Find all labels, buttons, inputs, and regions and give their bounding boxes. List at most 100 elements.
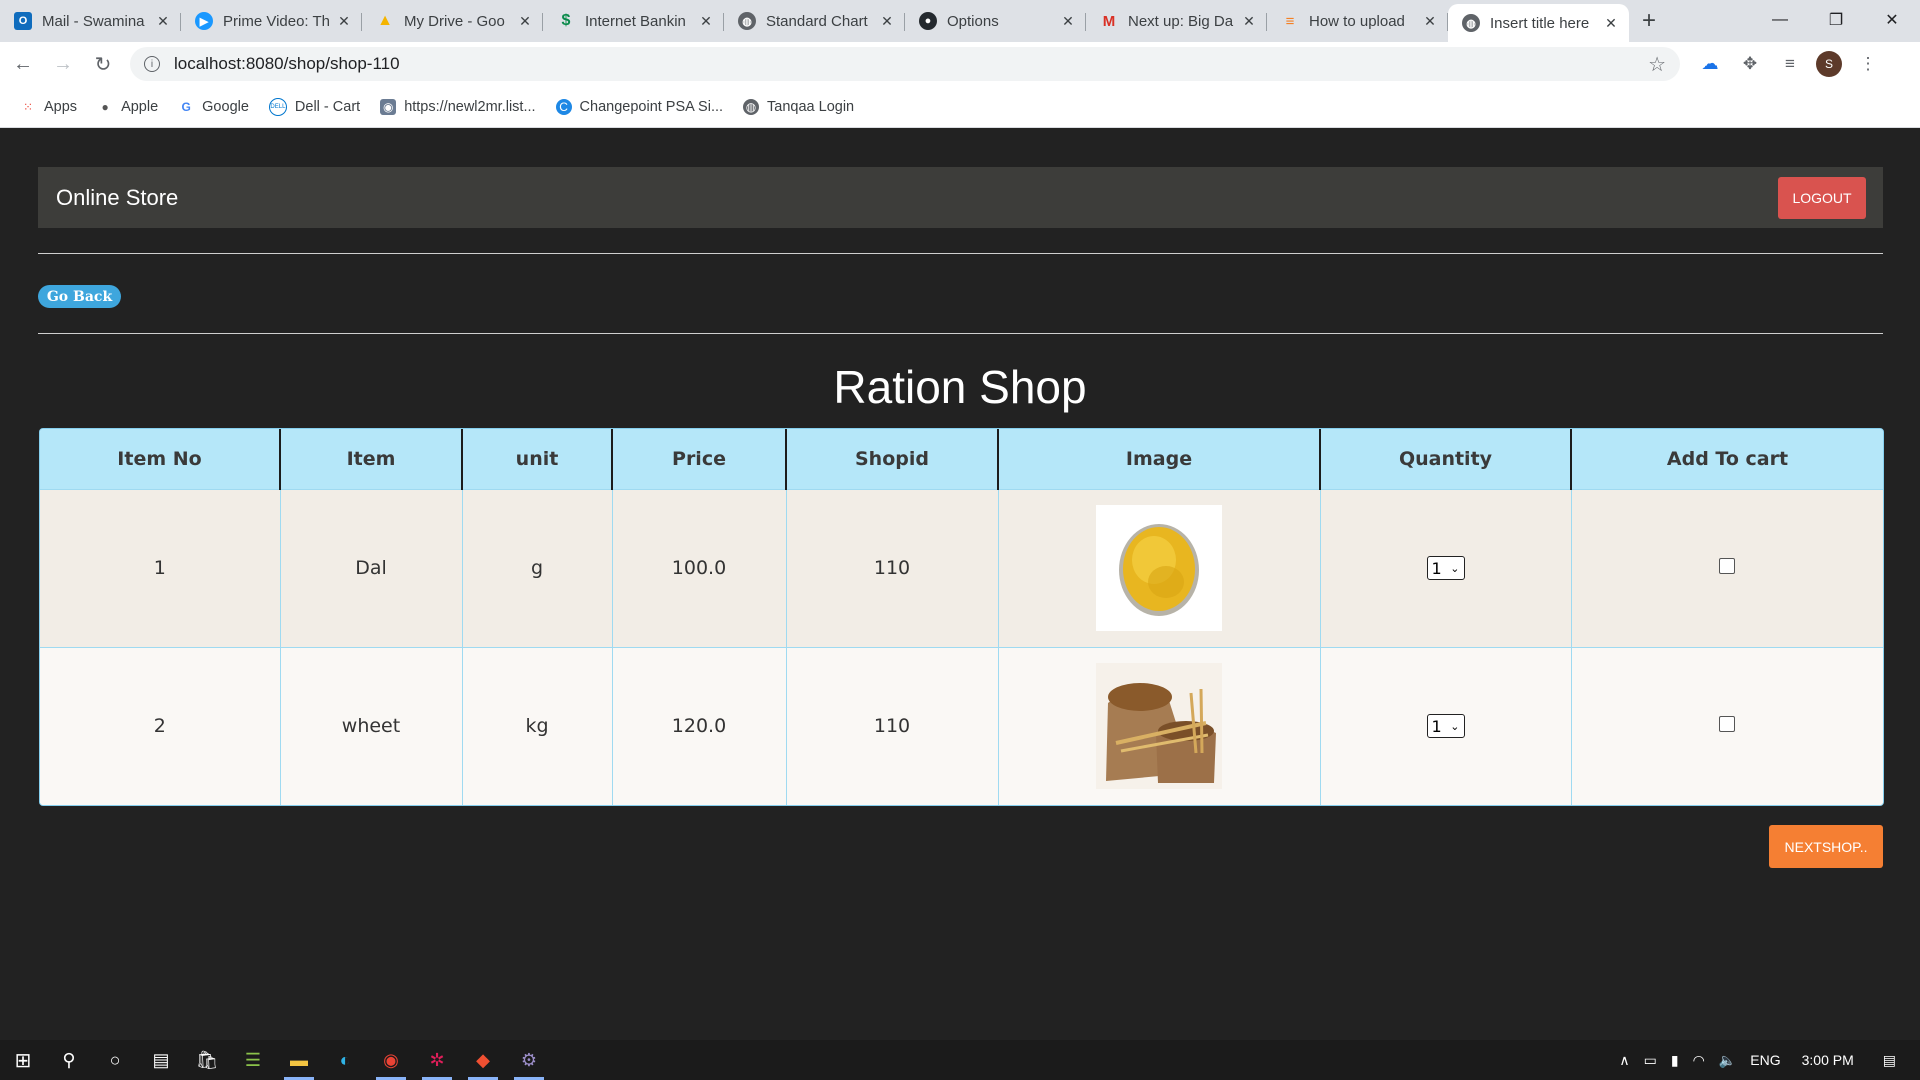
quantity-select[interactable]: 1 ⌄ bbox=[1426, 556, 1465, 580]
browser-toolbar: ← → ↻ i localhost:8080/shop/shop-110 ☆ ☁… bbox=[0, 42, 1920, 86]
bookmarks-bar: ⁙ Apps ● Apple G Google DELL Dell - Cart… bbox=[0, 86, 1920, 128]
bookmark-google[interactable]: G Google bbox=[178, 99, 248, 115]
column-header-price: Price bbox=[612, 429, 787, 489]
bookmark-changepoint[interactable]: C Changepoint PSA Si... bbox=[555, 98, 724, 115]
reload-icon[interactable]: ↻ bbox=[86, 47, 120, 81]
browser-tab-active[interactable]: ◍ Insert title here ✕ bbox=[1448, 4, 1629, 42]
site-info-icon[interactable]: i bbox=[144, 56, 160, 72]
site-icon: ◉ bbox=[380, 98, 397, 115]
close-icon[interactable]: ✕ bbox=[879, 13, 895, 30]
edge-icon[interactable]: ◐ bbox=[322, 1040, 368, 1080]
reading-list-icon[interactable]: ≡ bbox=[1776, 50, 1804, 78]
github-icon: ● bbox=[919, 12, 937, 30]
app-icon[interactable]: ☰ bbox=[230, 1040, 276, 1080]
browser-tab[interactable]: ◍ Standard Chart ✕ bbox=[724, 4, 905, 38]
battery-icon[interactable]: ▮ bbox=[1671, 1052, 1679, 1069]
chrome-icon[interactable]: ◉ bbox=[368, 1040, 414, 1080]
column-header-add-to-cart: Add To cart bbox=[1666, 447, 1789, 470]
cell-item-no: 2 bbox=[40, 646, 281, 805]
clock-time[interactable]: 3:00 PM bbox=[1802, 1052, 1854, 1068]
quantity-value: 1 bbox=[1431, 716, 1442, 736]
browser-tab[interactable]: ▶ Prime Video: Th ✕ bbox=[181, 4, 362, 38]
close-icon[interactable]: ✕ bbox=[1241, 13, 1257, 30]
cell-shopid: 110 bbox=[786, 488, 999, 647]
forward-arrow-icon[interactable]: → bbox=[46, 47, 80, 81]
browser-tab[interactable]: $ Internet Bankin ✕ bbox=[543, 4, 724, 38]
cell-shopid: 110 bbox=[786, 646, 999, 805]
close-icon[interactable]: ✕ bbox=[1060, 13, 1076, 30]
git-icon[interactable]: ◆ bbox=[460, 1040, 506, 1080]
language-indicator[interactable]: ENG bbox=[1750, 1052, 1780, 1068]
windows-taskbar: ⊞ ⚲ ○ ▤ 🛍 ☰ ▬ ◐ ◉ ✲ ◆ ⚙ ∧ ▭ ▮ ◠ 🔈 ENG 3:… bbox=[0, 1040, 1920, 1080]
cell-add-to-cart bbox=[1571, 646, 1883, 805]
profile-avatar[interactable]: S bbox=[1816, 51, 1842, 77]
column-header-item-no: Item No bbox=[40, 429, 281, 489]
cortana-icon[interactable]: ○ bbox=[92, 1040, 138, 1080]
puzzle-extensions-icon[interactable]: ✥ bbox=[1736, 50, 1764, 78]
wifi-icon[interactable]: ◠ bbox=[1693, 1052, 1705, 1069]
logout-button[interactable]: LOGOUT bbox=[1778, 176, 1866, 219]
store-icon[interactable]: 🛍 bbox=[184, 1040, 230, 1080]
cloud-extension-icon[interactable]: ☁ bbox=[1696, 50, 1724, 78]
task-view-icon[interactable]: ▤ bbox=[138, 1040, 184, 1080]
back-arrow-icon[interactable]: ← bbox=[6, 47, 40, 81]
browser-tab[interactable]: ● Options ✕ bbox=[905, 4, 1086, 38]
close-window-icon[interactable]: ✕ bbox=[1864, 0, 1920, 40]
eclipse-icon[interactable]: ⚙ bbox=[506, 1040, 552, 1080]
bookmark-label: Dell - Cart bbox=[294, 98, 361, 115]
close-icon[interactable]: ✕ bbox=[517, 13, 533, 30]
column-header-item: Item bbox=[280, 429, 463, 489]
bookmark-star-icon[interactable]: ☆ bbox=[1648, 52, 1666, 77]
wheat-sack-image bbox=[1096, 663, 1222, 790]
close-icon[interactable]: ✕ bbox=[155, 13, 171, 30]
bookmark-dell[interactable]: DELL Dell - Cart bbox=[268, 97, 361, 116]
volume-icon[interactable]: 🔈 bbox=[1719, 1052, 1736, 1069]
add-to-cart-checkbox[interactable] bbox=[1719, 558, 1736, 574]
browser-tab[interactable]: ≡ How to upload ✕ bbox=[1267, 4, 1448, 38]
new-tab-plus-icon[interactable]: + bbox=[1629, 4, 1669, 38]
notifications-icon[interactable]: ▤ bbox=[1883, 1052, 1896, 1069]
device-icon[interactable]: ▭ bbox=[1644, 1052, 1657, 1069]
navbar: Online Store LOGOUT bbox=[38, 167, 1883, 228]
close-icon[interactable]: ✕ bbox=[698, 13, 714, 30]
browser-tab[interactable]: ▲ My Drive - Goo ✕ bbox=[362, 4, 543, 38]
bookmark-label: Apps bbox=[44, 98, 78, 115]
url-text[interactable]: localhost:8080/shop/shop-110 bbox=[174, 54, 1648, 74]
quantity-select[interactable]: 1 ⌄ bbox=[1426, 714, 1465, 739]
bookmark-apps[interactable]: ⁙ Apps bbox=[20, 99, 77, 115]
go-back-button[interactable]: Go Back bbox=[38, 285, 121, 308]
restore-icon[interactable]: ❐ bbox=[1808, 0, 1864, 40]
tab-title: Internet Bankin bbox=[585, 12, 686, 30]
windows-start-icon[interactable]: ⊞ bbox=[0, 1040, 46, 1080]
browser-tab[interactable]: O Mail - Swamina ✕ bbox=[0, 4, 181, 38]
close-icon[interactable]: ✕ bbox=[1603, 15, 1619, 32]
bookmark-apple[interactable]: ● Apple bbox=[97, 99, 158, 115]
tab-title: My Drive - Goo bbox=[404, 12, 505, 30]
bookmark-newl2mr[interactable]: ◉ https://newl2mr.list... bbox=[380, 98, 536, 115]
address-bar[interactable]: i localhost:8080/shop/shop-110 ☆ bbox=[130, 47, 1680, 81]
browser-tab[interactable]: M Next up: Big Da ✕ bbox=[1086, 4, 1267, 38]
column-header-shopid: Shopid bbox=[786, 429, 999, 489]
kebab-menu-icon[interactable]: ⋮ bbox=[1854, 50, 1882, 78]
gmail-icon: M bbox=[1102, 12, 1116, 30]
column-header-unit: unit bbox=[462, 429, 613, 489]
show-hidden-icons-chevron-icon[interactable]: ∧ bbox=[1619, 1052, 1629, 1069]
slack-icon[interactable]: ✲ bbox=[414, 1040, 460, 1080]
tab-title: Insert title here bbox=[1490, 14, 1590, 32]
add-to-cart-checkbox[interactable] bbox=[1719, 716, 1736, 733]
search-icon[interactable]: ⚲ bbox=[46, 1040, 92, 1080]
cell-price: 100.0 bbox=[612, 488, 787, 647]
cell-item: Dal bbox=[280, 488, 463, 647]
minimize-icon[interactable]: — bbox=[1752, 0, 1808, 40]
tab-title: Standard Chart bbox=[766, 12, 868, 30]
bookmark-tanqaa[interactable]: ◍ Tanqaa Login bbox=[743, 98, 854, 115]
close-icon[interactable]: ✕ bbox=[336, 13, 352, 30]
table-header-row: Item No Item unit Price Shopid Image Qua… bbox=[40, 429, 1883, 489]
bookmark-label: Apple bbox=[121, 98, 159, 115]
cell-price: 120.0 bbox=[612, 646, 787, 805]
close-icon[interactable]: ✕ bbox=[1422, 13, 1438, 30]
file-explorer-icon[interactable]: ▬ bbox=[276, 1040, 322, 1080]
column-header-image: Image bbox=[998, 429, 1321, 489]
bookmark-label: Changepoint PSA Si... bbox=[579, 98, 724, 115]
next-shop-button[interactable]: NEXTSHOP.. bbox=[1769, 825, 1883, 868]
